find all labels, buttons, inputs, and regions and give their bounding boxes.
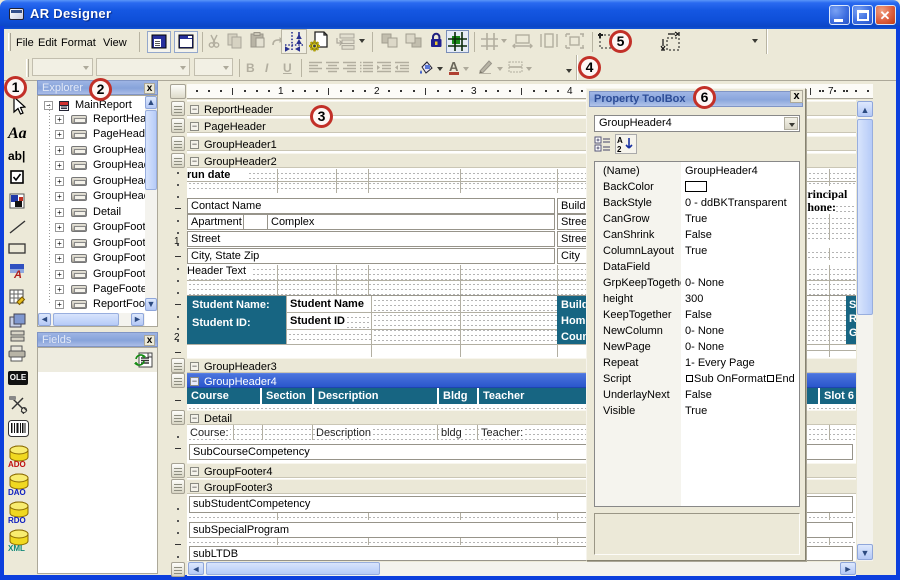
svg-text:A: A bbox=[13, 269, 22, 280]
svg-text:RDO: RDO bbox=[8, 516, 26, 524]
svg-text:XML: XML bbox=[8, 544, 25, 552]
svg-text:2: 2 bbox=[617, 145, 622, 153]
svg-text:A: A bbox=[617, 136, 623, 145]
svg-text:DAO: DAO bbox=[8, 488, 26, 496]
svg-text:ADO: ADO bbox=[8, 460, 26, 468]
